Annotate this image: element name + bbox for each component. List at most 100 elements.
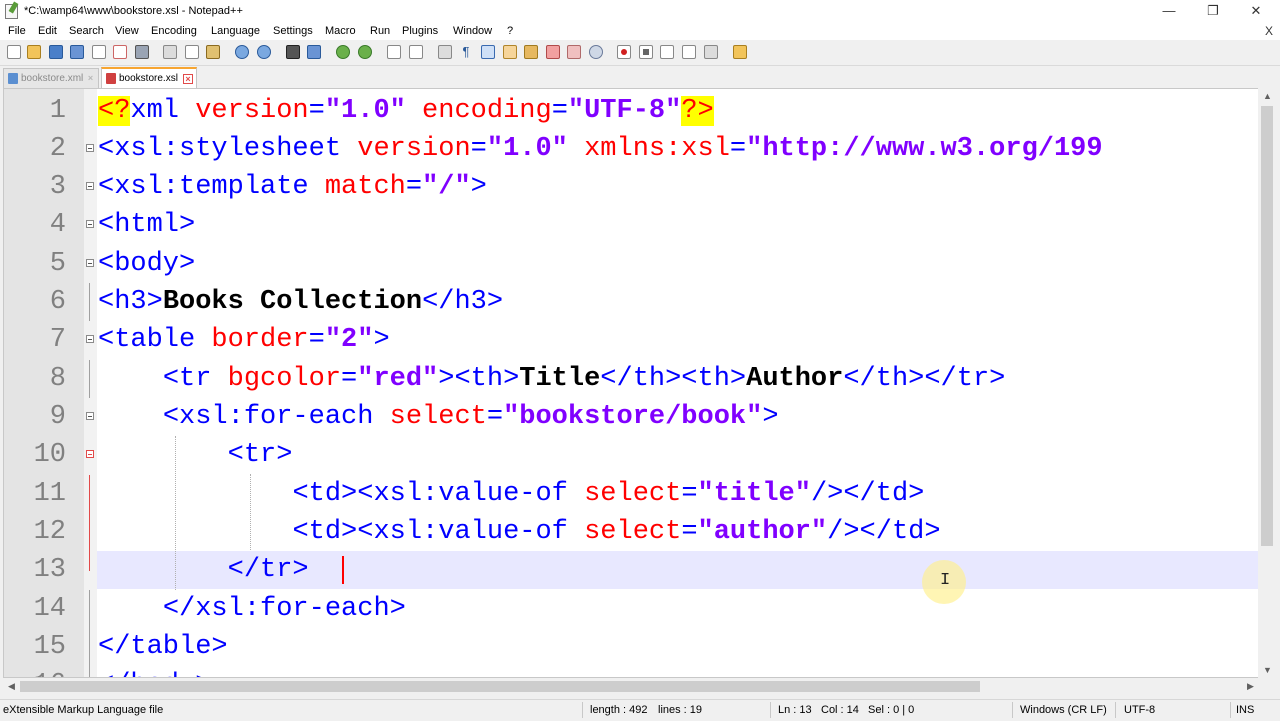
code-text: </tr> [98, 551, 309, 589]
stop-macro-icon[interactable] [639, 45, 653, 59]
code-editor[interactable]: 1 <?xml version="1.0" encoding="UTF-8"?>… [3, 88, 1276, 678]
menu-language[interactable]: Language [211, 25, 260, 37]
code-token: <html> [98, 210, 196, 240]
fold-toggle-icon[interactable] [86, 220, 94, 228]
scroll-left-arrow-icon[interactable]: ◀ [8, 681, 15, 692]
fold-line [89, 628, 90, 666]
code-token: border [195, 325, 309, 355]
scroll-down-arrow-icon[interactable]: ▼ [1263, 665, 1272, 675]
save-icon[interactable] [49, 45, 63, 59]
horizontal-scroll-thumb[interactable] [20, 681, 980, 692]
cut-icon[interactable] [163, 45, 177, 59]
menu-encoding[interactable]: Encoding [151, 25, 197, 37]
scroll-up-arrow-icon[interactable]: ▲ [1263, 91, 1272, 101]
tab-bar: bookstore.xml × bookstore.xsl × [0, 66, 1280, 88]
close-document-icon[interactable]: X [1265, 24, 1273, 38]
close-icon[interactable] [92, 45, 106, 59]
code-token: "red" [357, 364, 439, 394]
code-token: </th></tr> [843, 364, 1006, 394]
vertical-scrollbar[interactable]: ▲ ▼ [1258, 88, 1276, 678]
close-all-icon[interactable] [113, 45, 127, 59]
menu-plugins[interactable]: Plugins [402, 25, 438, 37]
play-macro-icon[interactable] [660, 45, 674, 59]
run-macro-multiple-icon[interactable] [682, 45, 696, 59]
menu-macro[interactable]: Macro [325, 25, 356, 37]
menu-run[interactable]: Run [370, 25, 390, 37]
code-text: <xsl:template match="/"> [98, 168, 487, 206]
folder-as-workspace-icon[interactable] [567, 45, 581, 59]
tab-bookstore-xml[interactable]: bookstore.xml × [3, 68, 99, 88]
line-number: 7 [49, 325, 66, 355]
monitoring-icon[interactable] [589, 45, 603, 59]
fold-toggle-icon[interactable] [86, 182, 94, 190]
close-tab-icon[interactable]: × [86, 74, 95, 83]
status-encoding: UTF-8 [1124, 704, 1156, 716]
print-icon[interactable] [135, 45, 149, 59]
scroll-right-arrow-icon[interactable]: ▶ [1247, 681, 1254, 692]
code-token: Books Collection [162, 287, 423, 317]
zoom-in-icon[interactable] [336, 45, 350, 59]
code-text: <body> [98, 245, 195, 283]
toolbar: ¶ [0, 40, 1280, 66]
language-icon[interactable] [503, 45, 517, 59]
unsaved-file-icon [106, 73, 116, 84]
minimize-button[interactable]: — [1146, 0, 1192, 24]
menu-help[interactable]: ? [507, 25, 513, 37]
undo-icon[interactable] [235, 45, 249, 59]
code-token: = [308, 325, 325, 355]
show-all-characters-icon[interactable]: ¶ [459, 45, 473, 59]
tab-label: bookstore.xml [21, 73, 84, 84]
code-token: version [341, 134, 471, 164]
function-list-icon[interactable] [546, 45, 560, 59]
menu-view[interactable]: View [115, 25, 139, 37]
menu-window[interactable]: Window [453, 25, 492, 37]
code-text: <tr bgcolor="red"><th>Title</th><th>Auth… [98, 360, 1006, 398]
close-window-button[interactable]: ✕ [1233, 0, 1279, 24]
word-wrap-icon[interactable] [438, 45, 452, 59]
code-token: > [470, 172, 487, 202]
save-macro-icon[interactable] [704, 45, 718, 59]
open-file-icon[interactable] [27, 45, 41, 59]
text-caret [342, 556, 344, 584]
replace-icon[interactable] [307, 45, 321, 59]
fold-toggle-icon[interactable] [86, 259, 94, 267]
sync-horizontal-icon[interactable] [409, 45, 423, 59]
plugin-icon[interactable] [733, 45, 747, 59]
menu-file[interactable]: File [8, 25, 26, 37]
code-token: select [567, 479, 682, 509]
code-token: xmlns:xsl [567, 134, 730, 164]
code-token: <h3> [98, 287, 163, 317]
code-token: "bookstore/book" [503, 402, 763, 432]
status-length: length : 492 [590, 704, 648, 716]
redo-icon[interactable] [257, 45, 271, 59]
fold-toggle-icon[interactable] [86, 144, 94, 152]
code-token: = [729, 134, 747, 164]
horizontal-scrollbar[interactable]: ◀ ▶ [4, 678, 1258, 695]
code-token: </table> [98, 632, 228, 662]
fold-toggle-icon[interactable] [86, 335, 94, 343]
new-file-icon[interactable] [7, 45, 21, 59]
sync-vertical-icon[interactable] [387, 45, 401, 59]
code-text: </xsl:for-each> [98, 590, 406, 628]
paste-icon[interactable] [206, 45, 220, 59]
indent-guide-icon[interactable] [481, 45, 495, 59]
menu-edit[interactable]: Edit [38, 25, 57, 37]
record-macro-icon[interactable] [617, 45, 631, 59]
status-eol: Windows (CR LF) [1020, 704, 1107, 716]
vertical-scroll-thumb[interactable] [1261, 106, 1273, 546]
menu-search[interactable]: Search [69, 25, 104, 37]
code-line: 7 <table border="2"> [4, 321, 1264, 359]
close-tab-icon[interactable]: × [183, 74, 193, 84]
document-map-icon[interactable] [524, 45, 538, 59]
code-token: "http://www.w3.org/199 [746, 134, 1103, 164]
zoom-out-icon[interactable] [358, 45, 372, 59]
menu-bar: File Edit Search View Encoding Language … [0, 24, 1280, 40]
tab-bookstore-xsl[interactable]: bookstore.xsl × [101, 67, 197, 88]
menu-settings[interactable]: Settings [273, 25, 313, 37]
fold-toggle-icon[interactable] [86, 450, 94, 458]
find-icon[interactable] [286, 45, 300, 59]
copy-icon[interactable] [185, 45, 199, 59]
save-all-icon[interactable] [70, 45, 84, 59]
restore-button[interactable]: ❐ [1190, 0, 1236, 24]
fold-toggle-icon[interactable] [86, 412, 94, 420]
